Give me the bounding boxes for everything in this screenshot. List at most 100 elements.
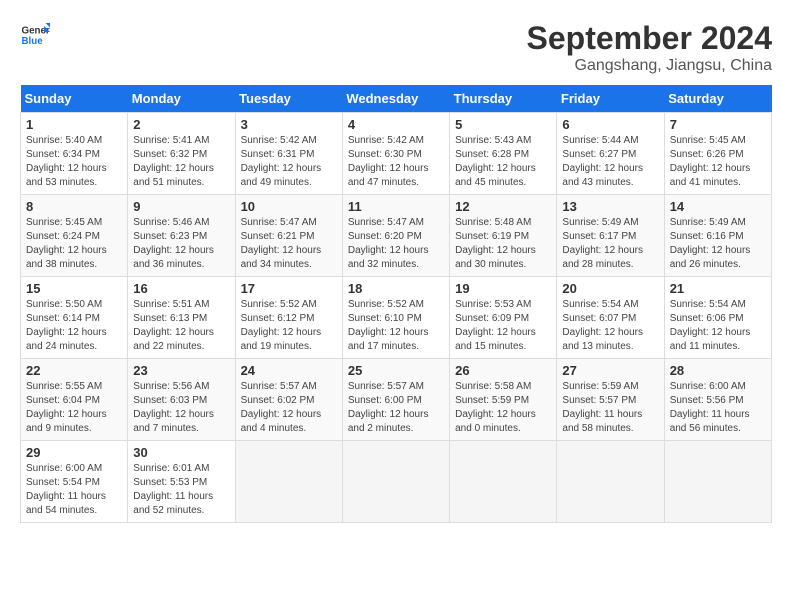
calendar-cell: 7 Sunrise: 5:45 AMSunset: 6:26 PMDayligh… [664,113,771,195]
day-number: 21 [670,281,766,296]
calendar-cell [557,441,664,523]
calendar-cell [235,441,342,523]
day-info: Sunrise: 5:45 AMSunset: 6:26 PMDaylight:… [670,134,766,190]
day-number: 17 [241,281,337,296]
day-info: Sunrise: 5:44 AMSunset: 6:27 PMDaylight:… [562,134,658,190]
day-info: Sunrise: 5:53 AMSunset: 6:09 PMDaylight:… [455,298,551,354]
day-info: Sunrise: 6:01 AMSunset: 5:53 PMDaylight:… [133,462,229,518]
day-number: 1 [26,117,122,132]
header-sunday: Sunday [21,85,128,113]
day-number: 3 [241,117,337,132]
day-info: Sunrise: 5:57 AMSunset: 6:00 PMDaylight:… [348,380,444,436]
calendar-cell: 30 Sunrise: 6:01 AMSunset: 5:53 PMDaylig… [128,441,235,523]
calendar-cell: 5 Sunrise: 5:43 AMSunset: 6:28 PMDayligh… [450,113,557,195]
day-info: Sunrise: 5:49 AMSunset: 6:16 PMDaylight:… [670,216,766,272]
day-info: Sunrise: 5:59 AMSunset: 5:57 PMDaylight:… [562,380,658,436]
day-info: Sunrise: 5:52 AMSunset: 6:12 PMDaylight:… [241,298,337,354]
day-number: 14 [670,199,766,214]
month-title: September 2024 [527,20,772,57]
header-thursday: Thursday [450,85,557,113]
day-number: 24 [241,363,337,378]
calendar-cell: 13 Sunrise: 5:49 AMSunset: 6:17 PMDaylig… [557,195,664,277]
day-info: Sunrise: 5:54 AMSunset: 6:06 PMDaylight:… [670,298,766,354]
svg-text:Blue: Blue [22,36,44,47]
location: Gangshang, Jiangsu, China [527,57,772,75]
title-block: September 2024 Gangshang, Jiangsu, China [527,20,772,75]
day-number: 29 [26,445,122,460]
day-info: Sunrise: 5:42 AMSunset: 6:31 PMDaylight:… [241,134,337,190]
day-info: Sunrise: 5:45 AMSunset: 6:24 PMDaylight:… [26,216,122,272]
header-friday: Friday [557,85,664,113]
calendar-cell: 24 Sunrise: 5:57 AMSunset: 6:02 PMDaylig… [235,359,342,441]
day-number: 4 [348,117,444,132]
calendar-cell: 21 Sunrise: 5:54 AMSunset: 6:06 PMDaylig… [664,277,771,359]
week-row-3: 22 Sunrise: 5:55 AMSunset: 6:04 PMDaylig… [21,359,772,441]
calendar-cell: 18 Sunrise: 5:52 AMSunset: 6:10 PMDaylig… [342,277,449,359]
week-row-2: 15 Sunrise: 5:50 AMSunset: 6:14 PMDaylig… [21,277,772,359]
day-info: Sunrise: 5:50 AMSunset: 6:14 PMDaylight:… [26,298,122,354]
day-info: Sunrise: 5:48 AMSunset: 6:19 PMDaylight:… [455,216,551,272]
calendar-cell: 22 Sunrise: 5:55 AMSunset: 6:04 PMDaylig… [21,359,128,441]
calendar-cell: 26 Sunrise: 5:58 AMSunset: 5:59 PMDaylig… [450,359,557,441]
day-info: Sunrise: 5:43 AMSunset: 6:28 PMDaylight:… [455,134,551,190]
calendar-cell: 9 Sunrise: 5:46 AMSunset: 6:23 PMDayligh… [128,195,235,277]
header-row: SundayMondayTuesdayWednesdayThursdayFrid… [21,85,772,113]
day-number: 30 [133,445,229,460]
calendar-cell [664,441,771,523]
day-info: Sunrise: 5:40 AMSunset: 6:34 PMDaylight:… [26,134,122,190]
day-number: 8 [26,199,122,214]
calendar-cell: 14 Sunrise: 5:49 AMSunset: 6:16 PMDaylig… [664,195,771,277]
calendar-cell: 20 Sunrise: 5:54 AMSunset: 6:07 PMDaylig… [557,277,664,359]
calendar-cell: 25 Sunrise: 5:57 AMSunset: 6:00 PMDaylig… [342,359,449,441]
calendar-cell: 27 Sunrise: 5:59 AMSunset: 5:57 PMDaylig… [557,359,664,441]
day-number: 23 [133,363,229,378]
day-number: 12 [455,199,551,214]
day-info: Sunrise: 5:52 AMSunset: 6:10 PMDaylight:… [348,298,444,354]
header-wednesday: Wednesday [342,85,449,113]
calendar-cell: 3 Sunrise: 5:42 AMSunset: 6:31 PMDayligh… [235,113,342,195]
day-number: 27 [562,363,658,378]
calendar-cell: 10 Sunrise: 5:47 AMSunset: 6:21 PMDaylig… [235,195,342,277]
logo-icon: General Blue [20,20,50,50]
day-info: Sunrise: 5:41 AMSunset: 6:32 PMDaylight:… [133,134,229,190]
calendar-cell [342,441,449,523]
day-number: 18 [348,281,444,296]
day-number: 2 [133,117,229,132]
day-number: 19 [455,281,551,296]
calendar-cell: 2 Sunrise: 5:41 AMSunset: 6:32 PMDayligh… [128,113,235,195]
day-info: Sunrise: 5:42 AMSunset: 6:30 PMDaylight:… [348,134,444,190]
calendar-cell: 12 Sunrise: 5:48 AMSunset: 6:19 PMDaylig… [450,195,557,277]
header-monday: Monday [128,85,235,113]
day-number: 9 [133,199,229,214]
calendar-cell: 15 Sunrise: 5:50 AMSunset: 6:14 PMDaylig… [21,277,128,359]
day-info: Sunrise: 5:55 AMSunset: 6:04 PMDaylight:… [26,380,122,436]
day-info: Sunrise: 5:58 AMSunset: 5:59 PMDaylight:… [455,380,551,436]
calendar-cell: 16 Sunrise: 5:51 AMSunset: 6:13 PMDaylig… [128,277,235,359]
week-row-1: 8 Sunrise: 5:45 AMSunset: 6:24 PMDayligh… [21,195,772,277]
day-number: 5 [455,117,551,132]
day-number: 16 [133,281,229,296]
calendar-cell: 6 Sunrise: 5:44 AMSunset: 6:27 PMDayligh… [557,113,664,195]
day-info: Sunrise: 5:47 AMSunset: 6:20 PMDaylight:… [348,216,444,272]
day-info: Sunrise: 5:47 AMSunset: 6:21 PMDaylight:… [241,216,337,272]
day-number: 10 [241,199,337,214]
calendar-cell: 8 Sunrise: 5:45 AMSunset: 6:24 PMDayligh… [21,195,128,277]
calendar-cell: 11 Sunrise: 5:47 AMSunset: 6:20 PMDaylig… [342,195,449,277]
calendar-cell: 28 Sunrise: 6:00 AMSunset: 5:56 PMDaylig… [664,359,771,441]
day-number: 26 [455,363,551,378]
week-row-0: 1 Sunrise: 5:40 AMSunset: 6:34 PMDayligh… [21,113,772,195]
logo: General Blue [20,20,50,50]
page-header: General Blue September 2024 Gangshang, J… [20,20,772,75]
calendar-cell: 1 Sunrise: 5:40 AMSunset: 6:34 PMDayligh… [21,113,128,195]
day-info: Sunrise: 6:00 AMSunset: 5:56 PMDaylight:… [670,380,766,436]
day-number: 13 [562,199,658,214]
calendar-cell [450,441,557,523]
day-info: Sunrise: 5:51 AMSunset: 6:13 PMDaylight:… [133,298,229,354]
header-tuesday: Tuesday [235,85,342,113]
day-number: 7 [670,117,766,132]
day-info: Sunrise: 5:54 AMSunset: 6:07 PMDaylight:… [562,298,658,354]
calendar-cell: 19 Sunrise: 5:53 AMSunset: 6:09 PMDaylig… [450,277,557,359]
day-number: 22 [26,363,122,378]
day-info: Sunrise: 6:00 AMSunset: 5:54 PMDaylight:… [26,462,122,518]
calendar-cell: 23 Sunrise: 5:56 AMSunset: 6:03 PMDaylig… [128,359,235,441]
